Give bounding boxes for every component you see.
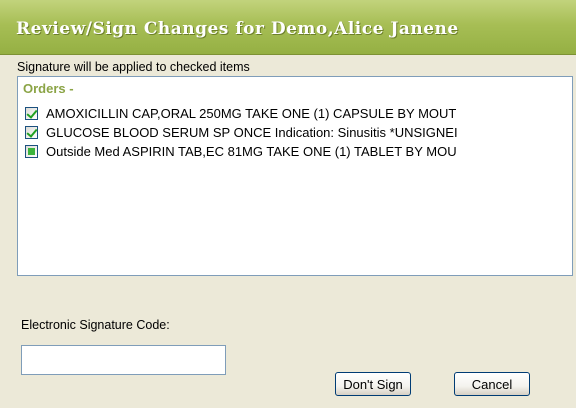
order-checkbox[interactable] xyxy=(25,125,38,139)
dialog-title: Review/Sign Changes for Demo,Alice Janen… xyxy=(16,19,459,39)
signature-instructions: Signature will be applied to checked ite… xyxy=(17,60,250,74)
order-checkbox[interactable] xyxy=(25,106,38,120)
order-text: Outside Med ASPIRIN TAB,EC 81MG TAKE ONE… xyxy=(46,143,457,159)
cancel-button[interactable]: Cancel xyxy=(454,372,530,396)
order-item[interactable]: Outside Med ASPIRIN TAB,EC 81MG TAKE ONE… xyxy=(25,143,457,159)
orders-list[interactable]: Orders - AMOXICILLIN CAP,ORAL 250MG TAKE… xyxy=(17,76,573,276)
order-text: AMOXICILLIN CAP,ORAL 250MG TAKE ONE (1) … xyxy=(46,105,457,121)
signature-code-input[interactable] xyxy=(21,345,226,375)
order-item[interactable]: GLUCOSE BLOOD SERUM SP ONCE Indication: … xyxy=(25,124,458,140)
dont-sign-button[interactable]: Don't Sign xyxy=(335,372,411,396)
order-item[interactable]: AMOXICILLIN CAP,ORAL 250MG TAKE ONE (1) … xyxy=(25,105,456,121)
signature-code-label: Electronic Signature Code: xyxy=(21,318,170,332)
orders-group-header[interactable]: Orders - xyxy=(23,81,74,96)
order-checkbox[interactable] xyxy=(25,144,38,158)
order-text: GLUCOSE BLOOD SERUM SP ONCE Indication: … xyxy=(46,124,458,140)
review-sign-dialog: Review/Sign Changes for Demo,Alice Janen… xyxy=(0,0,576,408)
title-bar[interactable]: Review/Sign Changes for Demo,Alice Janen… xyxy=(0,0,576,55)
